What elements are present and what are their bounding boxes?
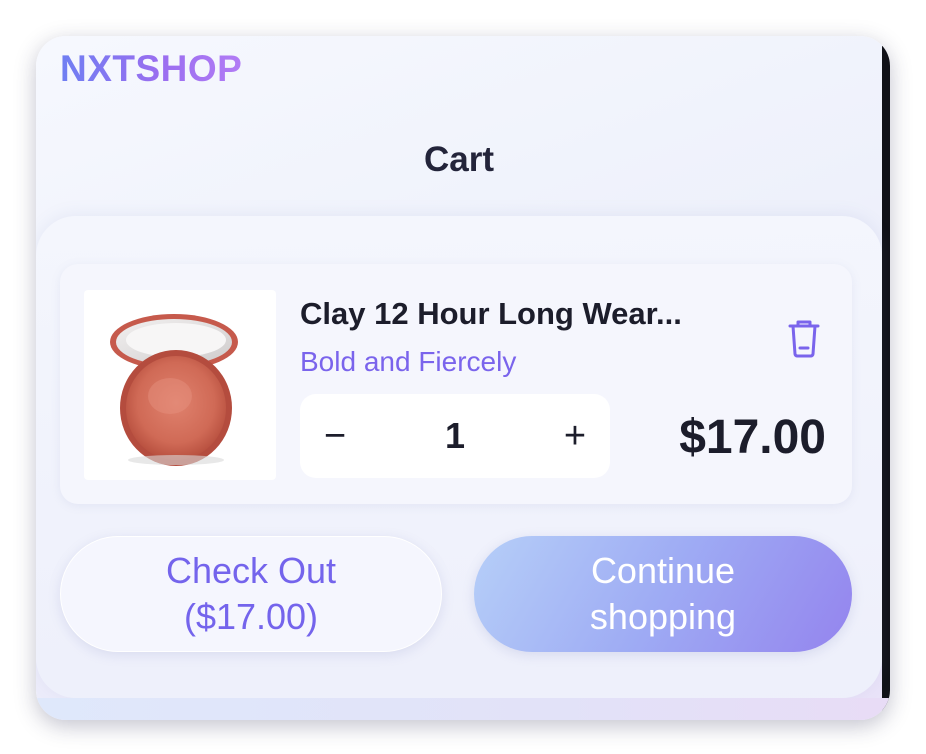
device-frame: NXTSHOP Cart Clay 12 Hour Long Wear... B… [0,0,926,754]
product-variant: Bold and Fiercely [300,346,517,377]
trash-icon [788,320,820,358]
device-edge [882,46,890,716]
delete-item-button[interactable] [782,314,826,362]
brand-logo[interactable]: NXTSHOP [60,48,242,90]
quantity-value: 1 [444,415,466,456]
continue-shopping-button[interactable]: Continue shopping [474,536,852,652]
product-name[interactable]: Clay 12 Hour Long Wear... [300,296,740,332]
quantity-stepper: − 1 + [300,394,610,478]
blush-compact-image [110,314,238,466]
item-price: $17.00 [679,411,826,464]
continue-label-line1: Continue [590,550,736,591]
product-image[interactable] [84,290,276,480]
app-screen: NXTSHOP Cart Clay 12 Hour Long Wear... B… [36,36,890,720]
checkout-label: Check Out [165,550,337,591]
increase-quantity-button[interactable]: + [540,394,610,478]
decrease-quantity-button[interactable]: − [300,394,370,478]
bottom-strip [36,698,890,720]
continue-label-line2: shopping [589,596,737,637]
checkout-total: ($17.00) [183,596,319,637]
checkout-button[interactable]: Check Out ($17.00) [60,536,442,652]
cart-item-card: Clay 12 Hour Long Wear... Bold and Fierc… [60,264,852,504]
page-title: Cart [423,140,495,179]
